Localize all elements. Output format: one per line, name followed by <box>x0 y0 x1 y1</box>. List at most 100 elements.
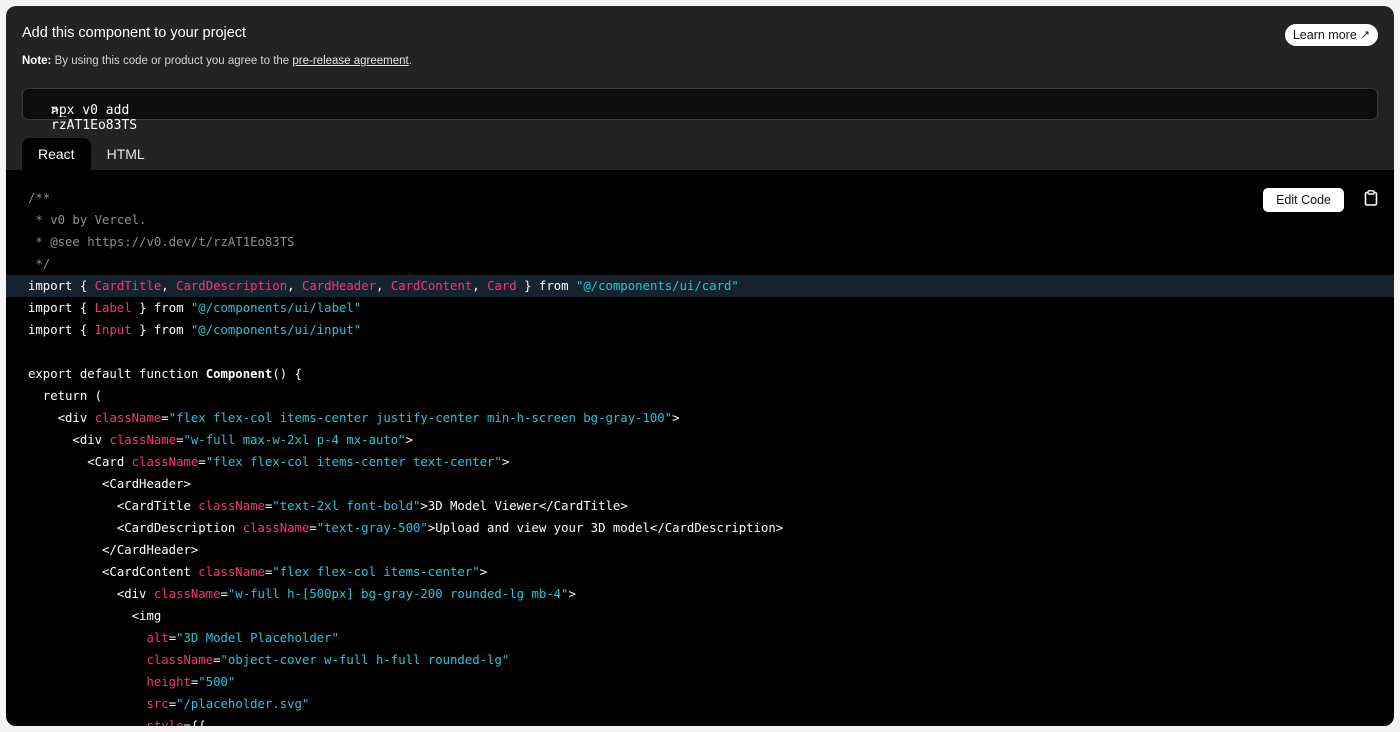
code-token: Label <box>94 301 132 315</box>
code-token: > <box>672 411 680 425</box>
code-token: "w-full h-[500px] bg-gray-200 rounded-lg… <box>227 587 569 601</box>
code-token: "3D Model Placeholder" <box>176 631 339 645</box>
note-label: Note: <box>22 55 52 67</box>
code-token: , <box>472 279 488 293</box>
code-token: <div <box>28 433 110 447</box>
code-token: alt <box>146 631 169 645</box>
code-token: "text-2xl font-bold" <box>272 499 421 513</box>
code-token: "@/components/ui/label" <box>190 301 362 315</box>
code-token: className <box>109 433 177 447</box>
code-token: * @see https://v0.dev/t/rzAT1Eo83TS <box>28 235 295 249</box>
code-token: height <box>146 675 191 689</box>
code-token: * v0 by Vercel. <box>28 213 147 227</box>
command-text: npx v0 add rzAT1Eo83TS <box>51 103 138 133</box>
code-token: "/placeholder.svg" <box>176 697 310 711</box>
code-tabs: React HTML <box>22 138 161 170</box>
code-token: ={{ <box>183 719 206 726</box>
code-line: <CardTitle className="text-2xl font-bold… <box>6 495 1394 517</box>
panel-title: Add this component to your project <box>22 25 247 41</box>
code-token: CardHeader <box>301 279 377 293</box>
tab-react[interactable]: React <box>22 138 91 170</box>
code-token: src <box>146 697 169 711</box>
code-token: "flex flex-col items-center justify-cent… <box>168 411 673 425</box>
code-line: <div className="w-full h-[500px] bg-gray… <box>6 583 1394 605</box>
code-token: , <box>287 279 302 293</box>
code-line: <div className="w-full max-w-2xl p-4 mx-… <box>6 429 1394 451</box>
code-token: = <box>198 455 206 469</box>
learn-more-button[interactable]: Learn more ↗ <box>1284 24 1378 46</box>
code-token: return ( <box>28 389 103 403</box>
code-line: className="object-cover w-full h-full ro… <box>6 649 1394 671</box>
code-line: import { Input } from "@/components/ui/i… <box>6 319 1394 341</box>
code-token: = <box>168 697 177 711</box>
code-line: * v0 by Vercel. <box>6 209 1394 231</box>
code-line: * @see https://v0.dev/t/rzAT1Eo83TS <box>6 231 1394 253</box>
code-token: <CardTitle <box>28 499 199 513</box>
code-token: <div <box>28 587 154 601</box>
code-line: export default function Component() { <box>6 363 1394 385</box>
code-token: className <box>131 455 199 469</box>
code-line: <CardContent className="flex flex-col it… <box>6 561 1394 583</box>
code-token: "text-gray-500" <box>316 521 428 535</box>
code-token: <div <box>28 411 95 425</box>
tab-html[interactable]: HTML <box>91 138 161 170</box>
code-viewer: Edit Code /** * v0 by Vercel. * @see htt… <box>6 170 1394 726</box>
code-token: <CardContent <box>28 565 199 579</box>
code-line: <CardHeader> <box>6 473 1394 495</box>
code-token: () { <box>272 367 302 381</box>
code-line: alt="3D Model Placeholder" <box>6 627 1394 649</box>
command-box[interactable]: >_ npx v0 add rzAT1Eo83TS <box>22 88 1378 133</box>
code-token: "@/components/ui/input" <box>190 323 362 337</box>
code-token: "w-full max-w-2xl p-4 mx-auto" <box>183 433 406 447</box>
code-token: } from <box>131 301 191 315</box>
code-token: <CardDescription <box>28 521 243 535</box>
code-line: src="/placeholder.svg" <box>6 693 1394 715</box>
code-line: /** <box>6 187 1394 209</box>
code-token: import { <box>28 279 95 293</box>
code-token: import { <box>28 323 95 337</box>
code-line: <CardDescription className="text-gray-50… <box>6 517 1394 539</box>
code-token: } from <box>131 323 191 337</box>
code-token: className <box>153 587 221 601</box>
code-token: */ <box>28 257 51 271</box>
code-line: import { Label } from "@/components/ui/l… <box>6 297 1394 319</box>
code-line: </CardHeader> <box>6 539 1394 561</box>
code-token: className <box>242 521 310 535</box>
code-token: > <box>568 587 576 601</box>
code-line: <div className="flex flex-col items-cent… <box>6 407 1394 429</box>
code-token: CardTitle <box>94 279 162 293</box>
code-token: , <box>161 279 177 293</box>
code-line: */ <box>6 253 1394 275</box>
code-token: export default function <box>28 367 206 381</box>
code-token: > <box>479 565 488 579</box>
code-line: style={{ <box>6 715 1394 726</box>
code-token: >3D Model Viewer</CardTitle> <box>420 499 628 513</box>
code-token: className <box>146 653 214 667</box>
external-link-icon: ↗ <box>1360 29 1370 41</box>
code-token: > <box>405 433 413 447</box>
learn-more-label: Learn more <box>1292 28 1357 42</box>
code-line: import { CardTitle, CardDescription, Car… <box>6 275 1394 297</box>
code-token: = <box>220 587 228 601</box>
code-line: return ( <box>6 385 1394 407</box>
code-token: Component <box>205 367 273 381</box>
code-token: <img <box>28 609 162 623</box>
pre-release-agreement-link[interactable]: pre-release agreement <box>292 55 408 67</box>
code-token: = <box>161 411 169 425</box>
code-token: "@/components/ui/card" <box>575 279 739 293</box>
code-token: className <box>198 499 265 513</box>
code-token: className <box>94 411 162 425</box>
code-token: CardContent <box>390 279 473 293</box>
code-token: className <box>198 565 265 579</box>
code-token: "flex flex-col items-center text-center" <box>205 455 502 469</box>
code-line: <img <box>6 605 1394 627</box>
add-component-panel: Add this component to your project Learn… <box>6 6 1394 726</box>
code-token: "500" <box>198 675 236 689</box>
code-token: >Upload and view your 3D model</CardDesc… <box>427 521 784 535</box>
code-token: } from <box>516 279 576 293</box>
